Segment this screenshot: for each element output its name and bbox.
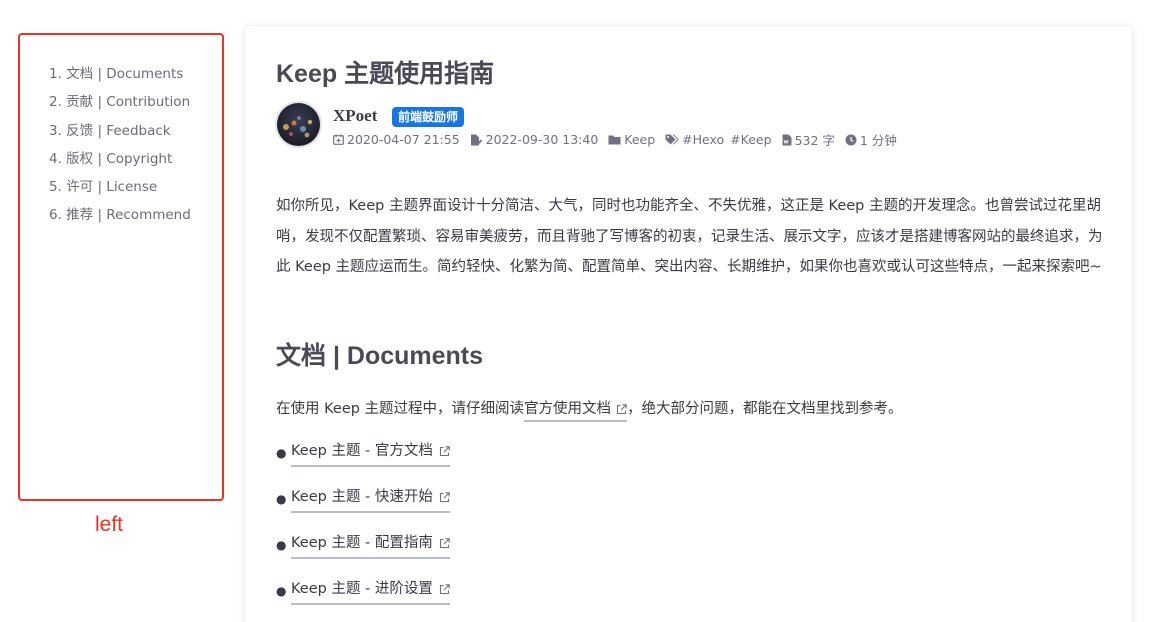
author-badge: 前端鼓励师 — [392, 107, 465, 127]
external-link-icon — [439, 583, 450, 595]
created-date: 2020-04-07 21:55 — [333, 132, 460, 147]
file-pen-icon — [470, 134, 483, 146]
clock-icon — [845, 134, 857, 146]
toc-list: 1. 文档 | Documents 2. 贡献 | Contribution 3… — [49, 60, 191, 230]
folder-icon — [608, 134, 621, 145]
updated-date: 2022-09-30 13:40 — [470, 132, 598, 147]
list-item: ● Keep 主题 - 官方文档 — [276, 440, 450, 486]
list-item: ● Keep 主题 - 快速开始 — [276, 486, 450, 532]
toc-item-license[interactable]: 5. 许可 | License — [49, 173, 191, 201]
tags-icon — [665, 134, 679, 145]
toc-item-recommend[interactable]: 6. 推荐 | Recommend — [49, 201, 191, 229]
toc-item-copyright[interactable]: 4. 版权 | Copyright — [49, 145, 191, 173]
post-meta: 2020-04-07 21:55 2022-09-30 13:40 Keep #… — [333, 130, 907, 149]
annotation-label: left — [95, 513, 124, 536]
bullet: ● — [276, 584, 287, 598]
list-item: ● Keep 主题 - 配置指南 — [276, 532, 450, 578]
doc-link-quickstart[interactable]: Keep 主题 - 快速开始 — [291, 486, 450, 513]
intro-paragraph: 如你所见，Keep 主题界面设计十分简洁、大气，同时也功能齐全、不失优雅，这正是… — [276, 198, 1103, 275]
word-count: 532 字 — [782, 130, 835, 149]
read-time: 1 分钟 — [845, 130, 897, 149]
tag-hexo[interactable]: #Hexo — [682, 132, 724, 147]
doc-link-config[interactable]: Keep 主题 - 配置指南 — [291, 532, 450, 559]
file-word-icon — [782, 134, 792, 146]
section-intro: 在使用 Keep 主题过程中，请仔细阅读官方使用文档 ，绝大部分问题，都能在文档里… — [276, 397, 903, 422]
author-name[interactable]: XPoet — [333, 106, 377, 126]
doc-links-list: ● Keep 主题 - 官方文档 ● Keep 主题 - 快速开始 ● Keep… — [276, 440, 450, 622]
external-link-icon — [439, 445, 450, 457]
external-link-icon — [439, 491, 450, 503]
doc-link-official[interactable]: Keep 主题 - 官方文档 — [291, 440, 450, 467]
toc-highlight-box: 1. 文档 | Documents 2. 贡献 | Contribution 3… — [18, 33, 224, 501]
page-title: Keep 主题使用指南 — [276, 60, 495, 88]
article-card: Keep 主题使用指南 XPoet 前端鼓励师 2020-04-07 21:55… — [245, 26, 1132, 622]
toc-item-contribution[interactable]: 2. 贡献 | Contribution — [49, 88, 191, 116]
page: 1. 文档 | Documents 2. 贡献 | Contribution 3… — [0, 0, 1151, 622]
doc-link-advanced[interactable]: Keep 主题 - 进阶设置 — [291, 578, 450, 605]
external-link-icon — [616, 403, 627, 415]
official-docs-link[interactable]: 官方使用文档 — [524, 401, 628, 422]
avatar[interactable] — [275, 101, 322, 148]
toc-item-documents[interactable]: 1. 文档 | Documents — [49, 60, 191, 88]
section-heading-documents: 文档 | Documents — [276, 342, 484, 370]
list-item: ● Keep 主题 - 进阶设置 — [276, 578, 450, 622]
bullet: ● — [276, 446, 287, 460]
avatar-image — [277, 103, 320, 146]
category-link[interactable]: Keep — [608, 132, 655, 147]
tags: #Hexo #Keep — [665, 132, 772, 147]
toc-item-feedback[interactable]: 3. 反馈 | Feedback — [49, 117, 191, 145]
external-link-icon — [439, 537, 450, 549]
bullet: ● — [276, 538, 287, 552]
calendar-plus-icon — [333, 134, 344, 145]
tag-keep[interactable]: #Keep — [730, 132, 771, 147]
bullet: ● — [276, 492, 287, 506]
